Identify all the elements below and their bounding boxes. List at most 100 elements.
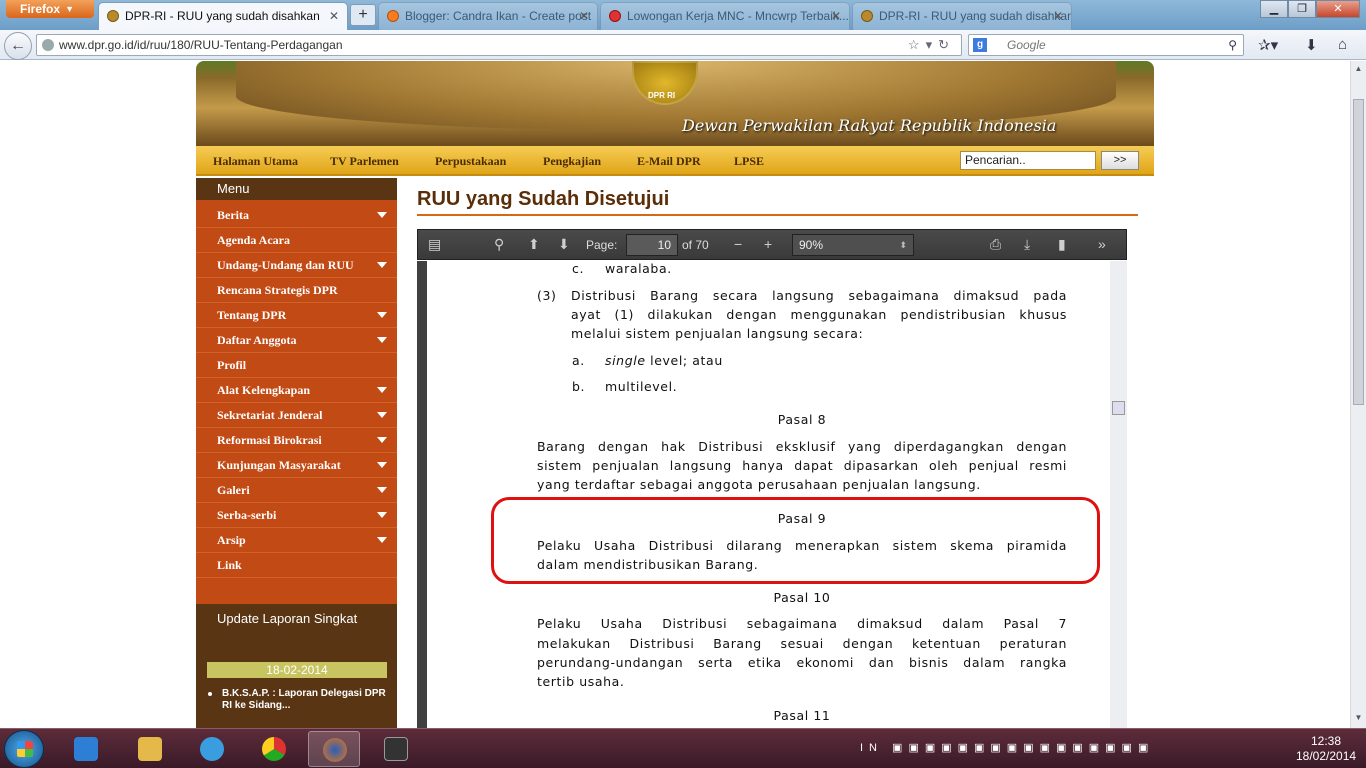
print-icon[interactable]: ⎙ [990,236,1001,253]
menu-tv-parlemen[interactable]: TV Parlemen [330,154,399,169]
tab-active[interactable]: DPR-RI - RUU yang sudah disahkan ✕ [98,2,348,30]
submenu-arrow-icon[interactable] [377,487,387,493]
home-icon[interactable]: ⌂ [1338,36,1347,53]
firefox-menu-button[interactable]: Firefox ▼ [6,0,94,18]
address-tools-icons[interactable]: ☆▾↻ [908,35,955,55]
minimize-button[interactable]: ▁ [1260,0,1288,18]
submenu-arrow-icon[interactable] [377,412,387,418]
tab-label: Blogger: Candra Ikan - Create post [405,9,592,23]
sidebar-item-arsip[interactable]: Arsip [196,528,397,553]
page-scrollbar[interactable]: ▲ ▼ [1350,61,1366,728]
explorer-taskbar-icon[interactable] [124,731,176,767]
sidebar-item-alat-kelengkapan[interactable]: Alat Kelengkapan [196,378,397,403]
search-icon[interactable]: ⚲ [1228,35,1237,55]
tab-lowongan[interactable]: Lowongan Kerja MNC - Mncwrp Terbaik... ✕ [600,2,850,30]
submenu-arrow-icon[interactable] [377,312,387,318]
zoom-in-icon[interactable]: + [764,236,772,252]
sidebar-item-agenda-acara[interactable]: Agenda Acara [196,228,397,253]
pdf-viewer[interactable]: c. waralaba. (3) Distribusi Barang secar… [417,261,1127,728]
menu-pengkajian[interactable]: Pengkajian [543,154,601,169]
sidebar-item-tentang-dpr[interactable]: Tentang DPR [196,303,397,328]
sidebar-item-label: Reformasi Birokrasi [217,433,322,447]
page-scroll-thumb[interactable] [1353,99,1364,405]
tools-chevron-icon[interactable]: » [1098,236,1106,252]
previous-page-icon[interactable]: ⬆ [528,236,540,253]
menu-perpustakaan[interactable]: Perpustakaan [435,154,506,169]
menu-email-dpr[interactable]: E-Mail DPR [637,154,701,169]
new-tab-button[interactable]: + [350,4,376,26]
next-page-icon[interactable]: ⬇ [558,236,570,253]
submenu-arrow-icon[interactable] [377,387,387,393]
close-tab-icon[interactable]: ✕ [1053,3,1063,29]
sidebar-item-profil[interactable]: Profil [196,353,397,378]
sidebar-item-link[interactable]: Link [196,553,397,578]
page-number-input[interactable]: 10 [626,234,678,256]
tab-blogger[interactable]: Blogger: Candra Ikan - Create post ✕ [378,2,598,30]
submenu-arrow-icon[interactable] [377,212,387,218]
clock-date: 18/02/2014 [1296,749,1357,763]
site-search-input[interactable]: Pencarian.. [960,151,1096,170]
media-player-taskbar-icon[interactable] [60,731,112,767]
sidebar-item-label: Arsip [217,533,246,547]
submenu-arrow-icon[interactable] [377,262,387,268]
sidebar-item-label: Berita [217,208,249,222]
submenu-arrow-icon[interactable] [377,537,387,543]
sidebar-item-reformasi-birokrasi[interactable]: Reformasi Birokrasi [196,428,397,453]
find-icon[interactable]: ⚲ [494,236,504,253]
close-window-button[interactable]: ✕ [1316,0,1360,18]
zoom-select[interactable]: 90% ⬍ [792,234,914,256]
pdf-scroll-thumb[interactable] [1112,401,1125,415]
update-link[interactable]: B.K.S.A.P. : Laporan Delegasi DPR RI ke … [208,688,392,712]
windows-logo-icon [17,741,33,757]
sidebar-item-serba-serbi[interactable]: Serba-serbi [196,503,397,528]
sidebar-item-label: Galeri [217,483,250,497]
close-tab-icon[interactable]: ✕ [831,3,841,29]
menu-lpse[interactable]: LPSE [734,154,764,169]
sidebar-toggle-icon[interactable]: ▤ [428,236,441,253]
sidebar-item-rencana-strategis-dpr[interactable]: Rencana Strategis DPR [196,278,397,303]
movie-maker-taskbar-icon[interactable] [370,731,422,767]
start-button[interactable] [4,730,44,768]
maximize-button[interactable]: ❐ [1288,0,1316,18]
sidebar-item-sekretariat-jenderal[interactable]: Sekretariat Jenderal [196,403,397,428]
sidebar-item-galeri[interactable]: Galeri [196,478,397,503]
zoom-out-icon[interactable]: − [734,236,742,252]
search-engine-field[interactable]: g Google ⚲ [968,34,1244,56]
submenu-arrow-icon[interactable] [377,437,387,443]
search-placeholder: Google [1007,38,1046,52]
firefox-taskbar-icon[interactable] [308,731,360,767]
language-indicator[interactable]: IN [860,742,883,754]
scroll-up-icon[interactable]: ▲ [1353,64,1364,76]
system-tray[interactable]: IN ▣▣▣▣▣▣▣▣▣▣▣▣▣▣▣▣ [860,741,1154,754]
submenu-arrow-icon[interactable] [377,337,387,343]
menu-halaman-utama[interactable]: Halaman Utama [213,154,298,169]
close-tab-icon[interactable]: ✕ [329,3,339,29]
page-label: Page: [586,238,618,252]
scroll-down-icon[interactable]: ▼ [1353,713,1364,725]
bookmark-icon[interactable]: ▮ [1058,236,1066,253]
chrome-taskbar-icon[interactable] [248,731,300,767]
sidebar-item-berita[interactable]: Berita [196,203,397,228]
downloads-icon[interactable]: ⬇ [1305,36,1318,54]
pdf-page: c. waralaba. (3) Distribusi Barang secar… [427,261,1110,728]
site-search-button[interactable]: >> [1101,151,1139,170]
sidebar-item-label: Sekretariat Jenderal [217,408,323,422]
submenu-arrow-icon[interactable] [377,512,387,518]
pdf-scrollbar[interactable] [1110,261,1127,728]
back-button[interactable]: ← [4,32,32,60]
submenu-arrow-icon[interactable] [377,462,387,468]
ie-taskbar-icon[interactable] [186,731,238,767]
download-icon[interactable]: ⤓ [1024,236,1030,253]
bookmarks-icon[interactable]: ✰▾ [1258,36,1278,54]
taskbar-clock[interactable]: 12:38 18/02/2014 [1296,734,1356,764]
address-bar[interactable]: www.dpr.go.id/id/ruu/180/RUU-Tentang-Per… [36,34,962,56]
update-date: 18-02-2014 [207,662,387,678]
sidebar-item-kunjungan-masyarakat[interactable]: Kunjungan Masyarakat [196,453,397,478]
tab-dpr-2[interactable]: DPR-RI - RUU yang sudah disahkan ✕ [852,2,1072,30]
sidebar-item-label: Serba-serbi [217,508,277,522]
sidebar-item-undang-undang-dan-ruu[interactable]: Undang-Undang dan RUU [196,253,397,278]
site-datetime: Selasa, 18 Februari 2014 12:38:25 PM [1192,111,1236,189]
sidebar-item-daftar-anggota[interactable]: Daftar Anggota [196,328,397,353]
url-text: www.dpr.go.id/id/ruu/180/RUU-Tentang-Per… [59,38,343,52]
close-tab-icon[interactable]: ✕ [579,3,589,29]
